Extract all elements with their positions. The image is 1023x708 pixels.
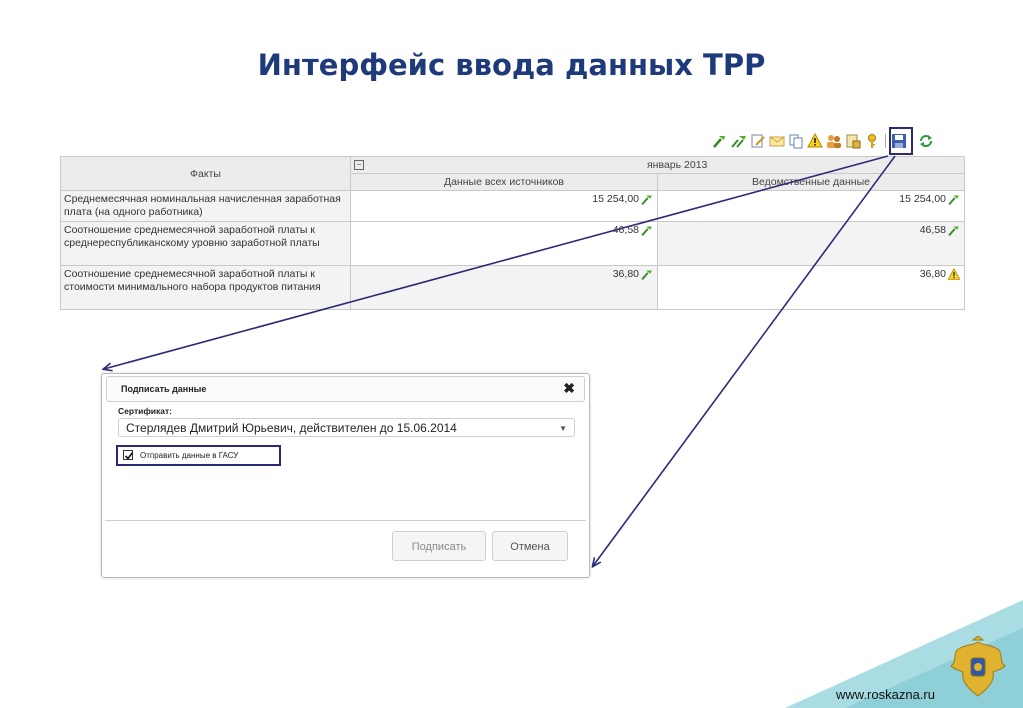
emblem-logo — [950, 636, 1006, 697]
site-url[interactable]: www.roskazna.ru — [836, 687, 935, 702]
callout-arrows — [0, 155, 896, 708]
arrow-to-buttons — [593, 155, 896, 566]
arrow-to-dialog — [104, 155, 889, 369]
